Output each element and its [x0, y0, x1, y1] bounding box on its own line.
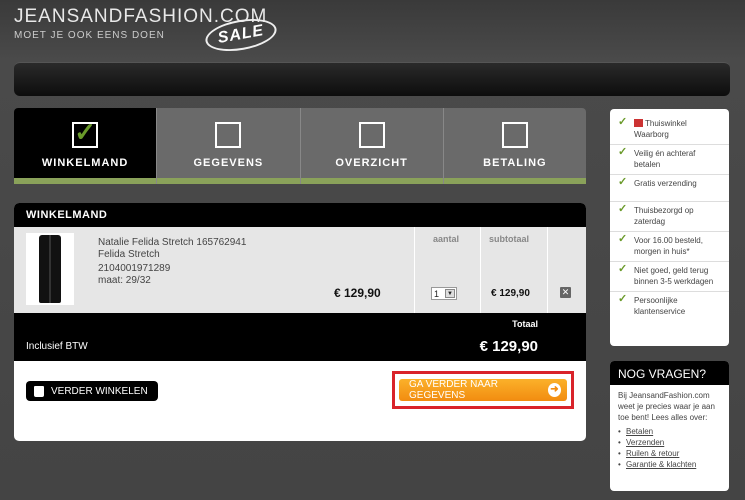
usp-panel: ✓ Thuiswinkel Waarborg ✓ Veilig én achtera… — [610, 109, 729, 346]
column-divider — [480, 227, 481, 313]
step-label: GEGEVENS — [193, 157, 264, 169]
step-checkbox — [501, 122, 528, 148]
total-bar: Totaal Inclusief BTW € 129,90 — [14, 313, 586, 361]
step-label: OVERZICHT — [335, 157, 408, 169]
quantity-value: 1 — [434, 288, 440, 299]
usp-text: Persoonlijke klantenservice — [634, 296, 686, 316]
close-icon: ✕ — [561, 287, 570, 297]
checkmark-icon: ✓ — [618, 146, 628, 158]
faq-body: Bij JeansandFashion.com weet je precies … — [610, 385, 729, 475]
product-name-line2: Felida Stretch — [98, 249, 160, 260]
step-progress-bar — [14, 178, 157, 184]
usp-text: Veilig én achteraf betalen — [634, 149, 696, 169]
arrow-right-icon: ➜ — [547, 383, 561, 397]
checkmark-icon: ✓ — [618, 233, 628, 245]
qty-header: aantal — [433, 234, 460, 244]
step-label: BETALING — [483, 157, 547, 169]
product-name-line1[interactable]: Natalie Felida Stretch 165762941 — [98, 237, 246, 249]
cart-item-row: Natalie Felida Stretch 165762941 Felida … — [14, 227, 586, 313]
checkmark-icon: ✓ — [618, 176, 628, 188]
step-progress-bar — [300, 178, 443, 184]
continue-shopping-label: VERDER WINKELEN — [51, 385, 148, 397]
cart-panel: WINKELMAND Natalie Felida Stretch 165762… — [14, 203, 586, 441]
step-progress-bar — [443, 178, 586, 184]
faq-intro: Bij JeansandFashion.com weet je precies … — [618, 391, 715, 422]
usp-item: ✓ Thuiswinkel Waarborg — [610, 115, 729, 145]
checkmark-icon: ✓ — [618, 263, 628, 275]
step-overzicht: OVERZICHT — [300, 108, 444, 184]
step-betaling: BETALING — [443, 108, 586, 184]
faq-link-ruilen[interactable]: Ruilen & retour — [626, 449, 679, 458]
incl-vat-label: Inclusief BTW — [26, 341, 88, 352]
usp-text: Gratis verzending — [634, 179, 697, 188]
remove-item-button[interactable]: ✕ — [560, 287, 571, 298]
product-name[interactable]: Natalie Felida Stretch 165762941 Felida … — [98, 237, 246, 261]
usp-text: Thuisbezorgd op zaterdag — [634, 206, 694, 226]
product-sku: 2104001971289 — [98, 263, 171, 274]
faq-link-betalen[interactable]: Betalen — [626, 427, 653, 436]
step-checkbox — [358, 122, 385, 148]
item-subtotal: € 129,90 — [491, 288, 530, 299]
faq-title: NOG VRAGEN? — [610, 361, 729, 385]
list-item: Betalen — [618, 426, 721, 437]
usp-item: ✓ Niet goed, geld terug binnen 3-5 werkda… — [610, 262, 729, 292]
checkmark-icon: ✓ — [618, 293, 628, 305]
faq-link-garantie[interactable]: Garantie & klachten — [626, 460, 696, 469]
subtotal-header: subtotaal — [489, 234, 530, 244]
usp-text: Voor 16.00 besteld, morgen in huis* — [634, 236, 703, 256]
shopping-bag-icon — [34, 385, 44, 397]
home-icon — [634, 119, 643, 127]
jeans-icon — [39, 235, 61, 303]
checkmark-icon: ✓ — [618, 116, 628, 128]
step-progress-bar — [157, 178, 300, 184]
step-winkelmand: ✓ WINKELMAND — [14, 108, 158, 184]
checkmark-icon: ✓ — [618, 203, 628, 215]
step-label: WINKELMAND — [41, 157, 129, 169]
column-divider — [547, 227, 548, 313]
column-divider — [414, 227, 415, 313]
product-size: maat: 29/32 — [98, 275, 151, 286]
product-details: 2104001971289 maat: 29/32 — [98, 263, 170, 287]
usp-text: Niet goed, geld terug binnen 3-5 werkdag… — [634, 266, 714, 286]
product-image[interactable] — [26, 233, 74, 305]
step-checkbox: ✓ — [72, 117, 99, 148]
product-price: € 129,90 — [334, 286, 381, 300]
faq-panel: NOG VRAGEN? Bij JeansandFashion.com weet… — [610, 361, 729, 491]
proceed-label: GA VERDER NAAR GEGEVENS — [409, 379, 498, 401]
usp-item: ✓ Gratis verzending — [610, 175, 729, 202]
highlight-box: GA VERDER NAAR GEGEVENS ➜ — [392, 371, 574, 409]
total-label: Totaal — [512, 319, 538, 329]
total-value: € 129,90 — [479, 338, 538, 355]
chevron-down-icon: ▼ — [445, 289, 455, 298]
list-item: Garantie & klachten — [618, 459, 721, 470]
proceed-to-details-button[interactable]: GA VERDER NAAR GEGEVENS ➜ — [399, 379, 567, 401]
list-item: Ruilen & retour — [618, 448, 721, 459]
usp-item: ✓ Persoonlijke klantenservice — [610, 292, 729, 321]
usp-item: ✓ Thuisbezorgd op zaterdag — [610, 202, 729, 232]
cart-title: WINKELMAND — [14, 203, 586, 227]
checkmark-icon: ✓ — [74, 117, 97, 147]
faq-links: Betalen Verzenden Ruilen & retour Garant… — [618, 426, 721, 470]
usp-item: ✓ Voor 16.00 besteld, morgen in huis* — [610, 232, 729, 262]
continue-shopping-button[interactable]: VERDER WINKELEN — [26, 381, 158, 401]
faq-link-verzenden[interactable]: Verzenden — [626, 438, 664, 447]
step-checkbox — [215, 122, 242, 148]
top-navbar — [14, 62, 730, 96]
step-gegevens: GEGEVENS — [157, 108, 301, 184]
quantity-select[interactable]: 1 ▼ — [431, 287, 457, 300]
list-item: Verzenden — [618, 437, 721, 448]
checkout-steps: ✓ WINKELMAND GEGEVENS OVERZICHT BETALING — [14, 108, 586, 184]
usp-item: ✓ Veilig én achteraf betalen — [610, 145, 729, 175]
